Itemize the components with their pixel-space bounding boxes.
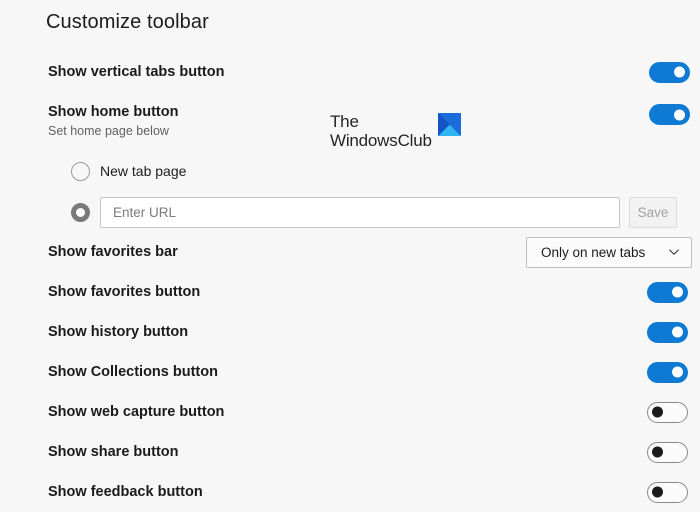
toggle-history-button[interactable]: [647, 321, 688, 343]
label-vertical-tabs: Show vertical tabs button: [48, 64, 225, 80]
toggle-knob: [672, 366, 683, 378]
row-web-capture-button: Show web capture button: [0, 392, 700, 432]
label-history-button: Show history button: [48, 324, 189, 340]
row-history-button: Show history button: [0, 312, 700, 352]
toggle-knob: [674, 109, 685, 120]
toggle-knob: [652, 406, 663, 418]
toggle-collections-button[interactable]: [647, 361, 688, 383]
toggle-knob: [652, 446, 663, 458]
label-favorites-bar: Show favorites bar: [48, 244, 178, 260]
chevron-down-icon: [668, 246, 680, 258]
toggle-web-capture-button[interactable]: [647, 401, 688, 423]
toggle-home-button[interactable]: [649, 104, 690, 125]
save-button[interactable]: Save: [629, 197, 677, 228]
row-collections-button: Show Collections button: [0, 352, 700, 392]
row-feedback-button: Show feedback button: [0, 472, 700, 512]
radio-new-tab-page[interactable]: [71, 162, 90, 181]
sublabel-home-button: Set home page below: [48, 124, 169, 138]
label-favorites-button: Show favorites button: [48, 284, 201, 300]
row-favorites-bar: Show favorites bar Only on new tabs: [0, 232, 700, 272]
row-favorites-button: Show favorites button: [0, 272, 700, 312]
toggle-knob: [652, 486, 663, 498]
label-collections-button: Show Collections button: [48, 364, 218, 380]
toggle-favorites-button[interactable]: [647, 281, 688, 303]
row-home-button: Show home button Set home page below: [0, 92, 700, 148]
select-favorites-bar[interactable]: Only on new tabs: [526, 236, 692, 268]
row-vertical-tabs: Show vertical tabs button: [0, 52, 700, 92]
select-favorites-bar-value: Only on new tabs: [541, 244, 646, 260]
label-share-button: Show share button: [48, 444, 179, 460]
row-new-tab-page-option: New tab page: [0, 152, 700, 192]
row-share-button: Show share button: [0, 432, 700, 472]
radio-custom-url[interactable]: [71, 203, 90, 222]
label-home-button: Show home button: [48, 104, 179, 120]
page-title: Customize toolbar: [46, 11, 209, 33]
label-feedback-button: Show feedback button: [48, 484, 203, 500]
toggle-vertical-tabs[interactable]: [649, 61, 690, 83]
customize-toolbar-page: The WindowsClub Customize toolbar Show v…: [0, 0, 700, 508]
url-input[interactable]: [100, 197, 620, 228]
label-new-tab-page: New tab page: [100, 163, 187, 179]
label-web-capture-button: Show web capture button: [48, 404, 225, 420]
row-url-option: Save: [0, 193, 700, 233]
toggle-share-button[interactable]: [647, 441, 688, 463]
toggle-knob: [672, 326, 683, 338]
toggle-knob: [672, 286, 683, 298]
toggle-feedback-button[interactable]: [647, 481, 688, 503]
toggle-knob: [674, 66, 685, 78]
